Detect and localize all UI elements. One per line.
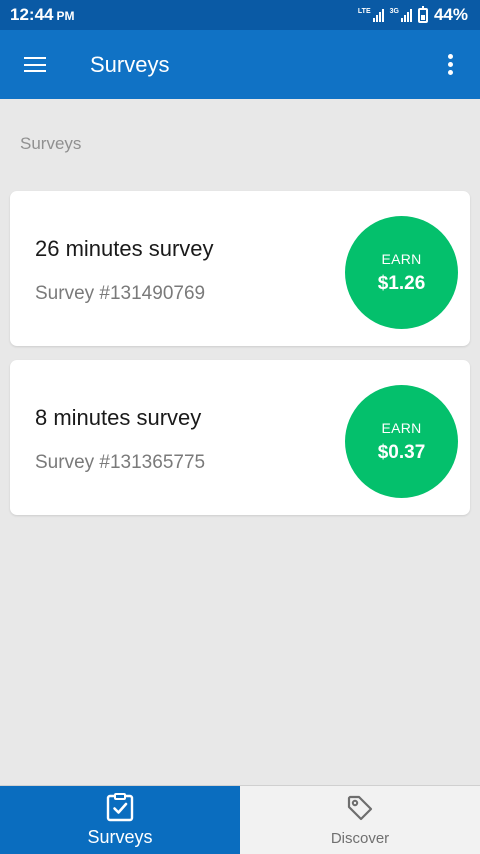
clipboard-check-icon: [106, 792, 134, 821]
tag-icon: [347, 795, 373, 821]
survey-card[interactable]: 26 minutes survey Survey #131490769 EARN…: [10, 191, 470, 346]
survey-title: 8 minutes survey: [35, 405, 202, 430]
status-time-ampm: PM: [56, 9, 75, 23]
survey-id: Survey #131365775: [35, 452, 206, 473]
earn-label: EARN: [381, 419, 422, 436]
status-bar: 12:44 PM LTE 3G 44%: [0, 0, 480, 30]
lte-label: LTE: [357, 8, 371, 15]
3g-label: 3G: [389, 8, 399, 15]
more-vert-icon: [447, 54, 453, 75]
nav-label-surveys: Surveys: [87, 826, 153, 847]
earn-button[interactable]: EARN $1.26: [345, 216, 458, 329]
status-time-value: 12:44: [10, 5, 54, 24]
nav-label-discover: Discover: [330, 830, 390, 847]
earn-button[interactable]: EARN $0.37: [345, 385, 458, 498]
battery-icon: [417, 5, 428, 23]
status-time: 12:44 PM: [10, 5, 74, 25]
lte-signal-icon: LTE: [358, 8, 384, 22]
battery-percent: 44%: [433, 5, 468, 24]
bottom-navigation: Surveys Discover: [0, 785, 480, 854]
survey-id: Survey #131490769: [35, 283, 206, 304]
hamburger-menu-icon: [24, 57, 46, 72]
earn-amount: $0.37: [377, 441, 426, 463]
survey-title: 26 minutes survey: [35, 236, 214, 261]
earn-amount: $1.26: [377, 272, 426, 294]
earn-label: EARN: [381, 250, 422, 267]
survey-card[interactable]: 8 minutes survey Survey #131365775 EARN …: [10, 360, 470, 515]
section-label: Surveys: [20, 134, 82, 153]
app-bar: Surveys: [0, 30, 480, 99]
3g-signal-icon: 3G: [390, 8, 412, 22]
nav-tab-discover[interactable]: Discover: [240, 786, 480, 854]
menu-button[interactable]: [0, 30, 70, 99]
status-icons: LTE 3G 44%: [358, 5, 468, 25]
overflow-menu-button[interactable]: [420, 30, 480, 99]
nav-tab-surveys[interactable]: Surveys: [0, 786, 240, 854]
page-title: Surveys: [90, 51, 170, 77]
